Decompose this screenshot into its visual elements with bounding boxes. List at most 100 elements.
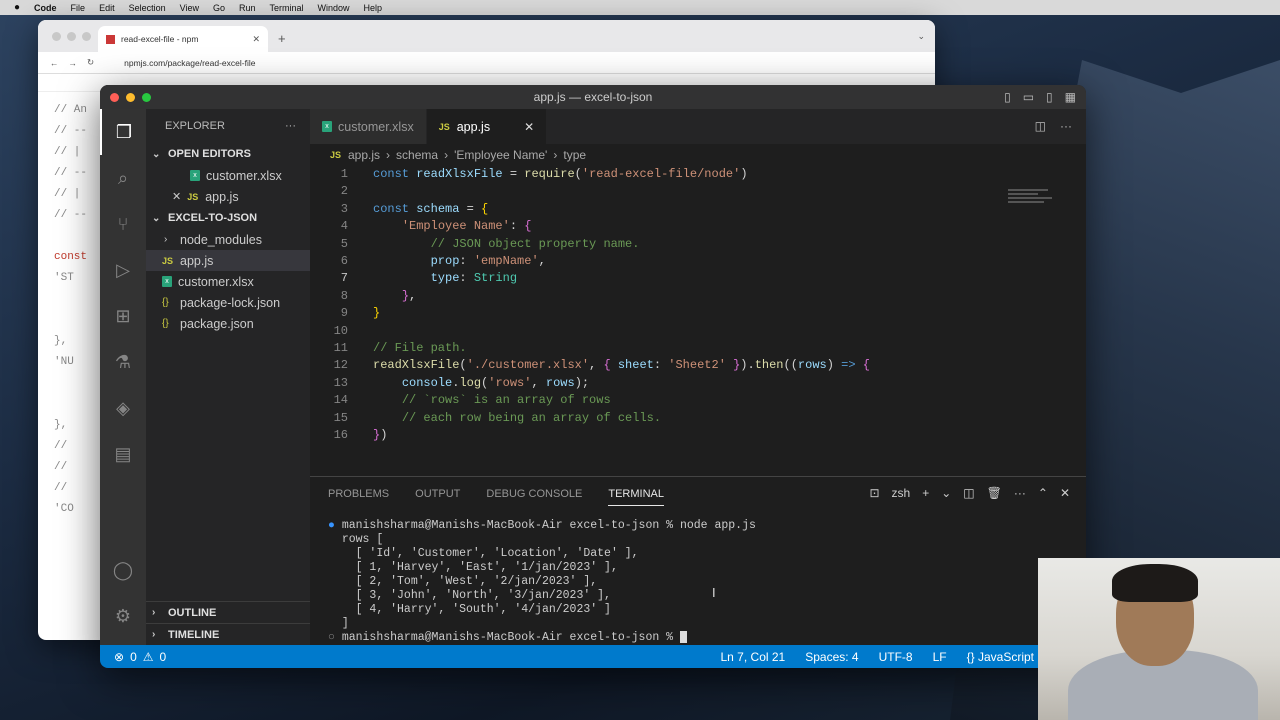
menu-code[interactable]: Code — [34, 3, 57, 13]
open-editor-label: customer.xlsx — [206, 168, 282, 183]
more-actions-icon[interactable]: ··· — [1060, 119, 1072, 133]
menu-edit[interactable]: Edit — [99, 3, 115, 13]
customize-layout-icon[interactable]: ▦ — [1065, 90, 1076, 104]
open-editor-item[interactable]: x customer.xlsx — [146, 165, 310, 186]
vscode-titlebar: app.js — excel-to-json ▯ ▭ ▯ ▦ — [100, 85, 1086, 109]
menu-file[interactable]: File — [71, 3, 86, 13]
close-dot[interactable] — [52, 32, 61, 41]
close-panel-icon[interactable]: ✕ — [1060, 486, 1070, 500]
code-line: // each row being an array of cells. — [401, 410, 662, 425]
browser-code-line: 'NU — [54, 356, 74, 368]
tree-item-package-lock[interactable]: {} package-lock.json — [146, 292, 310, 313]
tab-output[interactable]: OUTPUT — [415, 488, 460, 500]
tree-item-node-modules[interactable]: › node_modules — [146, 229, 310, 250]
warning-count: 0 — [159, 649, 167, 664]
zoom-window-dot[interactable] — [142, 93, 151, 102]
new-tab-icon[interactable]: + — [278, 31, 286, 46]
outline-section[interactable]: › OUTLINE — [146, 601, 310, 623]
tree-item-package-json[interactable]: {} package.json — [146, 313, 310, 334]
chevron-down-icon[interactable]: ⌄ — [917, 31, 925, 42]
extensions-icon[interactable]: ⊞ — [100, 293, 146, 339]
account-icon[interactable]: ◯ — [100, 547, 146, 593]
forward-icon[interactable]: → — [69, 58, 78, 68]
explorer-icon[interactable]: ❐ — [100, 109, 146, 155]
tree-item-customer-xlsx[interactable]: x customer.xlsx — [146, 271, 310, 292]
new-terminal-icon[interactable]: + — [922, 486, 929, 500]
browser-tab[interactable]: read-excel-file - npm ✕ — [98, 26, 268, 52]
language-mode[interactable]: {} JavaScript — [967, 650, 1034, 664]
menu-terminal[interactable]: Terminal — [270, 3, 304, 13]
trash-icon[interactable]: 🗑 — [987, 486, 1002, 500]
toggle-panel-icon[interactable]: ▭ — [1023, 90, 1034, 104]
menu-run[interactable]: Run — [239, 3, 256, 13]
chevron-down-icon[interactable]: ⌄ — [941, 486, 951, 500]
breadcrumb-item[interactable]: schema — [396, 148, 438, 162]
close-icon[interactable]: ✕ — [172, 190, 181, 203]
terminal-cursor — [679, 631, 687, 643]
menu-window[interactable]: Window — [318, 3, 350, 13]
code-line: 'Employee Name': { — [401, 219, 532, 234]
tree-item-label: node_modules — [180, 232, 263, 247]
open-editors-section[interactable]: ⌄ OPEN EDITORS — [146, 143, 310, 165]
webcam-overlay — [1038, 558, 1280, 720]
vscode-window: app.js — excel-to-json ▯ ▭ ▯ ▦ ❐ ⌕ ⑂ ▷ ⊞… — [100, 85, 1086, 668]
breadcrumb-item[interactable]: 'Employee Name' — [454, 148, 547, 162]
testing-icon[interactable]: ⚗ — [100, 339, 146, 385]
status-problems[interactable]: ⊗ 0 ⚠ 0 — [100, 650, 166, 664]
minimize-dot[interactable] — [67, 32, 76, 41]
breadcrumb-item[interactable]: type — [563, 148, 586, 162]
minimize-window-dot[interactable] — [126, 93, 135, 102]
minimap[interactable] — [1008, 189, 1058, 219]
docker-icon[interactable]: ◈ — [100, 385, 146, 431]
project-section[interactable]: ⌄ EXCEL-TO-JSON — [146, 207, 310, 229]
tab-customer-xlsx[interactable]: x customer.xlsx — [310, 109, 427, 144]
remote-explorer-icon[interactable]: ▤ — [100, 431, 146, 477]
tab-debug-console[interactable]: DEBUG CONSOLE — [486, 488, 582, 500]
source-control-icon[interactable]: ⑂ — [100, 201, 146, 247]
project-label: EXCEL-TO-JSON — [168, 212, 258, 224]
command-success-icon: ● — [328, 519, 335, 532]
warning-icon: ⚠ — [142, 649, 154, 664]
browser-code-line: // — [54, 440, 68, 452]
zoom-dot[interactable] — [82, 32, 91, 41]
split-editor-icon[interactable]: ◫ — [1035, 119, 1046, 133]
maximize-panel-icon[interactable]: ⌃ — [1038, 486, 1048, 500]
apple-icon[interactable]: ● — [14, 2, 20, 13]
webcam-person-hair — [1112, 564, 1198, 602]
tree-item-app-js[interactable]: JS app.js — [146, 250, 310, 271]
end-of-line[interactable]: LF — [933, 650, 947, 664]
url-text[interactable]: npmjs.com/package/read-excel-file — [124, 58, 255, 68]
menu-go[interactable]: Go — [213, 3, 225, 13]
close-icon[interactable]: ✕ — [252, 34, 260, 45]
reload-icon[interactable]: ↻ — [87, 57, 94, 68]
close-window-dot[interactable] — [110, 93, 119, 102]
menu-selection[interactable]: Selection — [129, 3, 166, 13]
terminal-output[interactable]: ● manishsharma@Manishs-MacBook-Air excel… — [328, 519, 756, 645]
gear-icon[interactable]: ⚙ — [100, 593, 146, 639]
shell-name[interactable]: zsh — [892, 486, 911, 500]
run-debug-icon[interactable]: ▷ — [100, 247, 146, 293]
toggle-secondary-sidebar-icon[interactable]: ▯ — [1046, 90, 1053, 104]
tab-terminal[interactable]: TERMINAL — [608, 488, 664, 506]
open-editor-item[interactable]: ✕ JS app.js — [146, 186, 310, 207]
close-icon[interactable]: ✕ — [524, 120, 534, 134]
tab-label: app.js — [456, 119, 491, 134]
more-actions-icon[interactable]: ··· — [285, 120, 296, 132]
cursor-position[interactable]: Ln 7, Col 21 — [721, 650, 786, 664]
tab-app-js[interactable]: JS app.js ✕ — [426, 109, 548, 144]
split-terminal-icon[interactable]: ◫ — [963, 486, 974, 500]
tab-problems[interactable]: PROBLEMS — [328, 488, 389, 500]
search-icon[interactable]: ⌕ — [100, 155, 146, 201]
address-bar[interactable]: ← → ↻ npmjs.com/package/read-excel-file — [38, 52, 935, 74]
menu-view[interactable]: View — [180, 3, 199, 13]
toggle-sidebar-icon[interactable]: ▯ — [1004, 90, 1011, 104]
timeline-section[interactable]: › TIMELINE — [146, 623, 310, 645]
window-title: app.js — excel-to-json — [533, 90, 653, 104]
more-actions-icon[interactable]: ··· — [1014, 486, 1026, 500]
line-number: 4 — [340, 219, 348, 234]
menu-help[interactable]: Help — [364, 3, 383, 13]
encoding[interactable]: UTF-8 — [879, 650, 913, 664]
back-icon[interactable]: ← — [50, 58, 59, 68]
indentation[interactable]: Spaces: 4 — [805, 650, 858, 664]
breadcrumb-item[interactable]: app.js — [348, 148, 380, 162]
